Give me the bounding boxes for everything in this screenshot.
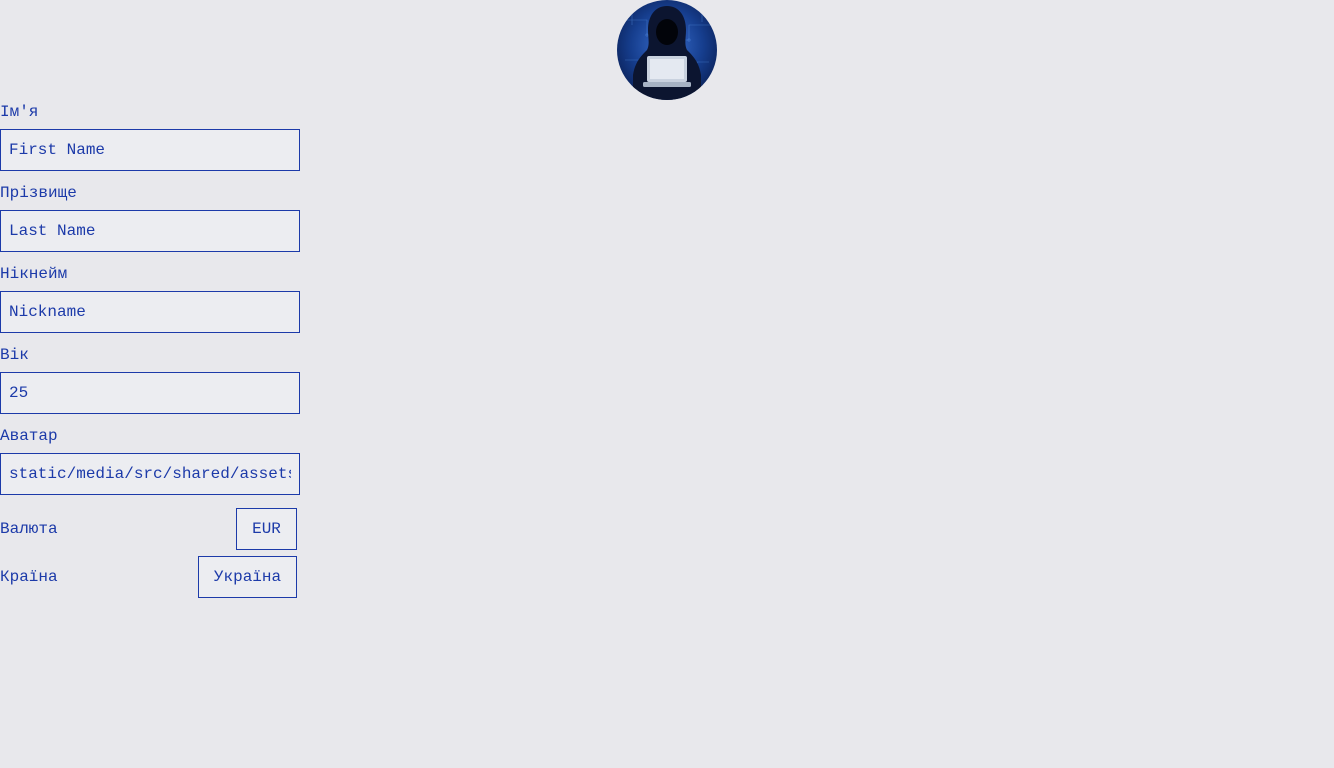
nickname-label: Нікнейм	[0, 265, 68, 283]
currency-select[interactable]: EUR	[236, 508, 297, 550]
last-name-input[interactable]	[0, 210, 300, 252]
age-label: Вік	[0, 346, 29, 364]
avatar-url-input[interactable]	[0, 453, 300, 495]
profile-form: Ім'я Прізвище Нікнейм Вік Аватар Валюта …	[0, 101, 300, 604]
currency-label: Валюта	[0, 520, 58, 538]
country-label: Країна	[0, 568, 58, 586]
first-name-label: Ім'я	[0, 103, 39, 121]
currency-row: Валюта EUR	[0, 508, 297, 550]
hooded-hacker-icon	[617, 0, 717, 100]
nickname-input[interactable]	[0, 291, 300, 333]
first-name-input[interactable]	[0, 129, 300, 171]
last-name-label: Прізвище	[0, 184, 77, 202]
age-input[interactable]	[0, 372, 300, 414]
country-select[interactable]: Україна	[198, 556, 297, 598]
avatar-url-label: Аватар	[0, 427, 58, 445]
country-row: Країна Україна	[0, 556, 297, 598]
profile-avatar	[617, 0, 717, 100]
